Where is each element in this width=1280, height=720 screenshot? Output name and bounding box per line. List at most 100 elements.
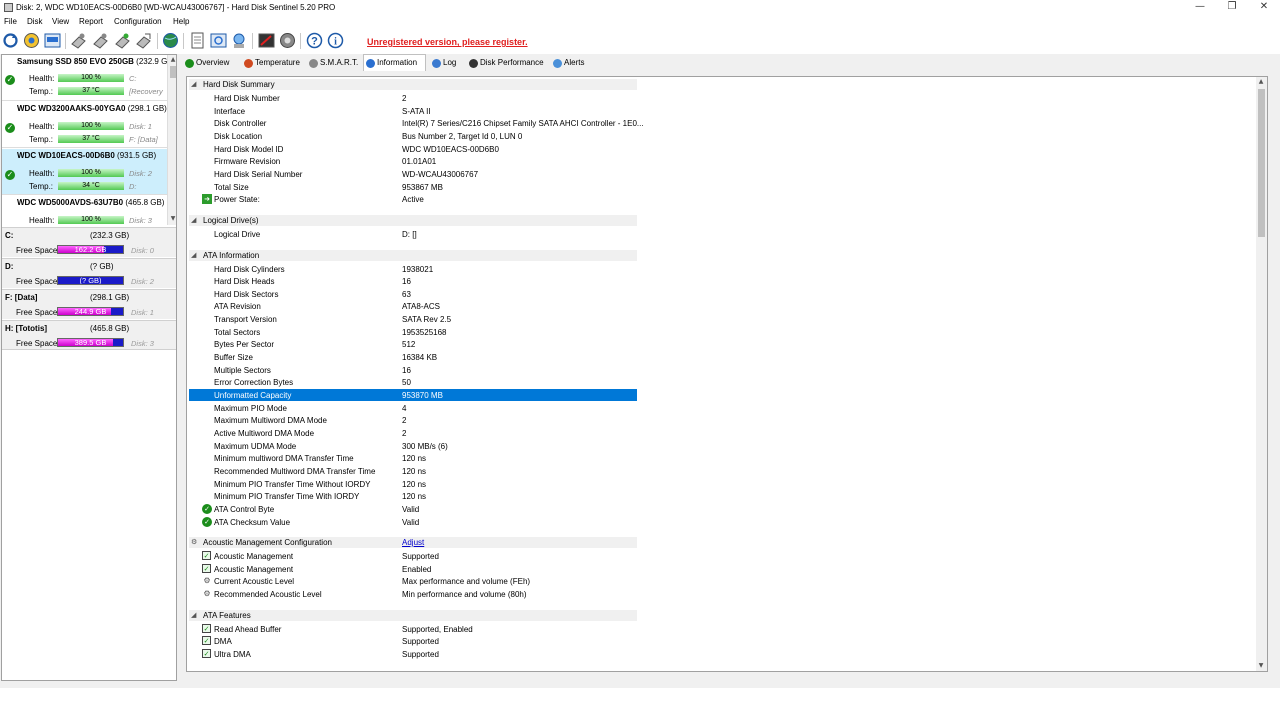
property-row[interactable]: ✓ ATA Checksum Value Valid [189, 516, 637, 528]
section-header[interactable]: ◢ ATA Information [189, 249, 637, 261]
property-row[interactable]: Unformatted Capacity 953870 MB [189, 389, 637, 401]
property-row[interactable]: Disk Location Bus Number 2, Target Id 0, … [189, 130, 637, 142]
property-row[interactable]: Firmware Revision 01.01A01 [189, 155, 637, 167]
globe-icon[interactable] [162, 32, 179, 49]
register-link[interactable]: Unregistered version, please register. [367, 37, 528, 47]
property-row[interactable]: Total Size 953867 MB [189, 181, 637, 193]
menu-configuration[interactable]: Configuration [114, 17, 162, 26]
volume-card[interactable]: F: [Data] (298.1 GB) Free Space 244.9 GB… [2, 289, 176, 319]
property-row[interactable]: Disk Controller Intel(R) 7 Series/C216 Ch… [189, 117, 644, 129]
tab-smart[interactable]: S.M.A.R.T. [307, 56, 358, 71]
disk-scan-icon[interactable] [70, 32, 87, 49]
tab-log[interactable]: Log [430, 56, 456, 71]
menu-report[interactable]: Report [79, 17, 103, 26]
disk-card[interactable]: WDC WD10EACS-00D6B0 (931.5 GB) ✓ Health:… [2, 149, 167, 195]
property-name: Hard Disk Number [214, 94, 280, 103]
property-row[interactable]: Minimum PIO Transfer Time Without IORDY 1… [189, 478, 637, 490]
section-header[interactable]: ◢ ATA Features [189, 609, 637, 621]
volume-card[interactable]: D: (? GB) Free Space (? GB) Disk: 2 [2, 258, 176, 288]
property-row[interactable]: ✓ Ultra DMA Supported [189, 648, 637, 660]
volume-card[interactable]: C: (232.3 GB) Free Space 162.2 GB Disk: … [2, 227, 176, 257]
section-title: Hard Disk Summary [203, 80, 275, 89]
scroll-thumb[interactable] [170, 66, 176, 78]
tab-overview[interactable]: Overview [183, 56, 229, 71]
property-row[interactable]: Recommended Multiword DMA Transfer Time 1… [189, 465, 637, 477]
property-row[interactable]: Error Correction Bytes 50 [189, 376, 637, 388]
menu-help[interactable]: Help [173, 17, 189, 26]
alert-config-icon[interactable] [258, 32, 275, 49]
left-panel: Samsung SSD 850 EVO 250GB (232.9 GB) ✓ H… [1, 54, 177, 681]
volume-card[interactable]: H: [Tototis] (465.8 GB) Free Space 389.5… [2, 320, 176, 350]
property-row[interactable]: ✓ ATA Control Byte Valid [189, 503, 637, 515]
sync-icon[interactable] [210, 32, 227, 49]
disk-repair-icon[interactable] [114, 32, 131, 49]
tab-temperature[interactable]: Temperature [242, 56, 300, 71]
disk-test-icon[interactable] [23, 32, 40, 49]
tab-alerts[interactable]: Alerts [551, 56, 584, 71]
property-row[interactable]: ✓ Read Ahead Buffer Supported, Enabled [189, 623, 637, 635]
scroll-thumb[interactable] [1258, 89, 1265, 237]
property-row[interactable]: Hard Disk Cylinders 1938021 [189, 263, 637, 275]
minimize-button[interactable]: — [1184, 0, 1216, 15]
property-row[interactable]: Active Multiword DMA Mode 2 [189, 427, 637, 439]
property-row[interactable]: Hard Disk Number 2 [189, 92, 637, 104]
property-row[interactable]: Total Sectors 1953525168 [189, 326, 637, 338]
property-row[interactable]: ⚙ Current Acoustic Level Max performance a… [189, 575, 637, 587]
info-icon[interactable]: i [327, 32, 344, 49]
scroll-down-icon[interactable]: ▼ [1256, 661, 1266, 671]
property-row[interactable]: Maximum UDMA Mode 300 MB/s (6) [189, 440, 637, 452]
refresh-icon[interactable] [2, 32, 19, 49]
disk-card[interactable]: WDC WD3200AAKS-00YGA0 (298.1 GB) ✓ Healt… [2, 102, 167, 148]
property-row[interactable]: ➜ Power State: Active [189, 193, 637, 205]
section-header[interactable]: ◢ Logical Drive(s) [189, 214, 637, 226]
disk-tools-icon[interactable] [135, 32, 152, 49]
property-row[interactable]: Logical Drive D: [] [189, 228, 637, 240]
help-icon[interactable]: ? [306, 32, 323, 49]
disk-card[interactable]: Samsung SSD 850 EVO 250GB (232.9 GB) ✓ H… [2, 55, 167, 101]
network-icon[interactable] [231, 32, 248, 49]
property-row[interactable]: Multiple Sectors 16 [189, 364, 637, 376]
property-row[interactable]: Bytes Per Sector 512 [189, 338, 637, 350]
menu-view[interactable]: View [52, 17, 69, 26]
free-space-label: Free Space [16, 308, 58, 317]
scroll-up-icon[interactable]: ▲ [168, 55, 176, 65]
scroll-down-icon[interactable]: ▼ [168, 214, 176, 224]
tab-information[interactable]: Information [363, 54, 426, 71]
menu-file[interactable]: File [4, 17, 17, 26]
property-row[interactable]: Buffer Size 16384 KB [189, 351, 637, 363]
disk-list-scrollbar[interactable]: ▲ ▼ [167, 55, 176, 225]
adjust-link[interactable]: Adjust [402, 538, 424, 547]
section-header[interactable]: ◢ Hard Disk Summary [189, 79, 637, 90]
disk-card[interactable]: WDC WD5000AVDS-63U7B0 (465.8 GB) Health:… [2, 196, 167, 225]
property-row[interactable]: Hard Disk Serial Number WD-WCAU43006767 [189, 168, 637, 180]
property-row[interactable]: Interface S-ATA II [189, 105, 637, 117]
report-icon[interactable] [44, 32, 61, 49]
content-scrollbar[interactable]: ▲ ▼ [1256, 77, 1267, 671]
property-row[interactable]: Hard Disk Sectors 63 [189, 288, 637, 300]
arrow-right-icon: ➜ [202, 194, 212, 205]
tab-disk-performance[interactable]: Disk Performance [467, 56, 544, 71]
property-row[interactable]: ⚙ Recommended Acoustic Level Min performan… [189, 588, 637, 600]
property-name: ATA Revision [214, 302, 261, 312]
property-row[interactable]: Transport Version SATA Rev 2.5 [189, 313, 637, 325]
property-row[interactable]: Minimum multiword DMA Transfer Time 120 n… [189, 452, 637, 464]
document-icon[interactable] [189, 32, 206, 49]
scroll-up-icon[interactable]: ▲ [1256, 77, 1266, 87]
property-row[interactable]: Hard Disk Heads 16 [189, 275, 637, 287]
property-row[interactable]: ATA Revision ATA8-ACS [189, 300, 637, 312]
property-row[interactable]: Minimum PIO Transfer Time With IORDY 120 … [189, 490, 637, 502]
settings-icon[interactable] [279, 32, 296, 49]
property-row[interactable]: ✓ Acoustic Management Supported [189, 550, 637, 562]
property-row[interactable]: Hard Disk Model ID WDC WD10EACS-00D6B0 [189, 143, 637, 155]
section-header[interactable]: ⚙ Acoustic Management Configuration Adjust [189, 537, 637, 549]
disk-surface-icon[interactable] [92, 32, 109, 49]
property-row[interactable]: Maximum Multiword DMA Mode 2 [189, 414, 637, 426]
property-value: WD-WCAU43006767 [402, 169, 479, 179]
property-row[interactable]: ✓ Acoustic Management Enabled [189, 563, 637, 575]
property-row[interactable]: ✓ DMA Supported [189, 635, 637, 647]
restore-button[interactable]: ❐ [1216, 0, 1248, 15]
property-row[interactable]: Maximum PIO Mode 4 [189, 402, 637, 414]
menu-disk[interactable]: Disk [27, 17, 43, 26]
temp-bar: 37 °C [58, 87, 124, 95]
close-button[interactable]: ✕ [1248, 0, 1280, 15]
